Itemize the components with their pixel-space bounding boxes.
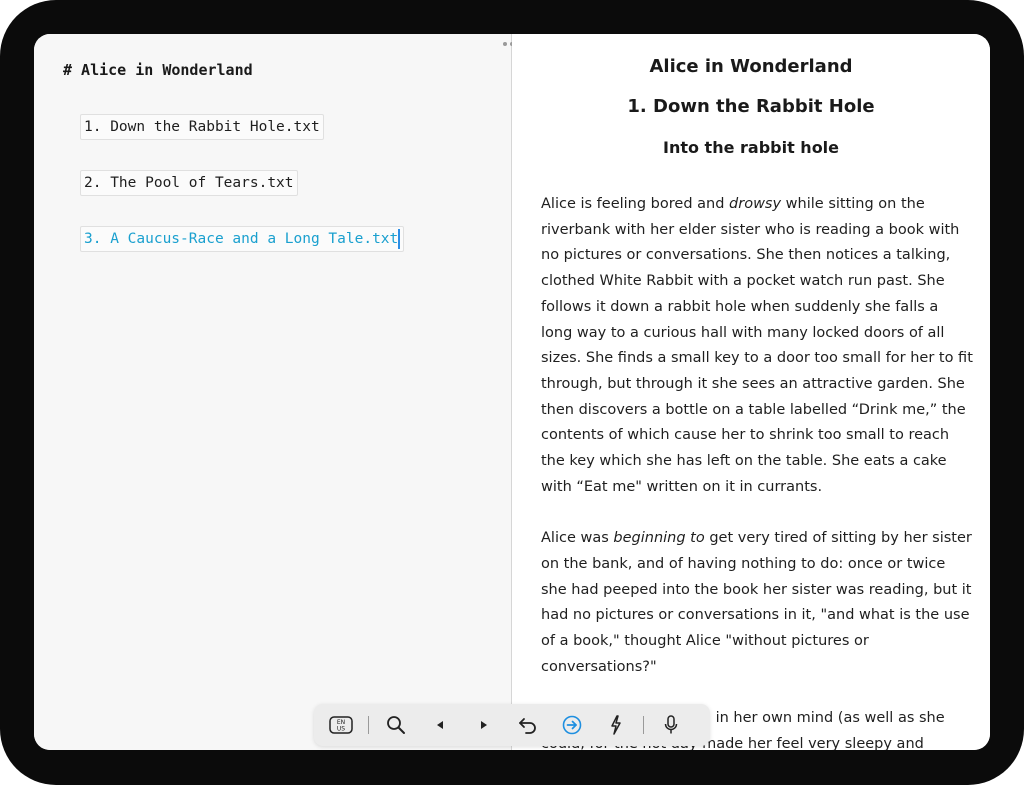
preview-title: Alice in Wonderland (649, 56, 853, 77)
preview-body: Alice is feeling bored and drowsy while … (541, 192, 973, 750)
keyboard-language-button[interactable]: EN US (324, 708, 358, 742)
lightning-icon (611, 715, 621, 735)
device-frame: # Alice in Wonderland 1. Down the Rabbit… (0, 0, 1024, 785)
cursor-left-icon (437, 721, 443, 729)
go-forward-icon (562, 715, 582, 735)
preview-section-heading: Into the rabbit hole (662, 138, 840, 157)
search-icon (387, 716, 405, 734)
screen: # Alice in Wonderland 1. Down the Rabbit… (34, 34, 990, 750)
file-link-3[interactable]: 3. A Caucus-Race and a Long Tale.txt (80, 226, 405, 252)
shortcuts-button[interactable] (599, 708, 633, 742)
go-forward-button[interactable] (555, 708, 589, 742)
svg-text:US: US (337, 726, 345, 733)
file-link-3-label: 3. A Caucus-Race and a Long Tale.txt (84, 231, 399, 247)
keyboard-language-icon: EN US (329, 716, 353, 734)
cursor-right-button[interactable] (467, 708, 501, 742)
paragraph-2: Alice was beginning to get very tired of… (541, 530, 972, 675)
editor-pane[interactable]: # Alice in Wonderland 1. Down the Rabbit… (34, 34, 512, 750)
preview-pane[interactable]: Alice in Wonderland 1. Down the Rabbit H… (512, 34, 990, 750)
microphone-icon (664, 715, 678, 734)
toolbar-separator (368, 716, 369, 734)
dictation-button[interactable] (654, 708, 688, 742)
toolbar-separator (643, 716, 644, 734)
text-cursor (398, 229, 401, 249)
file-link-2[interactable]: 2. The Pool of Tears.txt (80, 170, 298, 196)
paragraph-1: Alice is feeling bored and drowsy while … (541, 196, 973, 495)
undo-icon (519, 718, 536, 734)
cursor-right-icon (481, 721, 487, 729)
markdown-heading: # Alice in Wonderland (63, 61, 253, 79)
floating-toolbar: EN US (314, 704, 710, 746)
file-link-1[interactable]: 1. Down the Rabbit Hole.txt (80, 114, 324, 140)
cursor-left-button[interactable] (423, 708, 457, 742)
preview-chapter-heading: 1. Down the Rabbit Hole (627, 96, 875, 117)
undo-button[interactable] (511, 708, 545, 742)
search-button[interactable] (379, 708, 413, 742)
